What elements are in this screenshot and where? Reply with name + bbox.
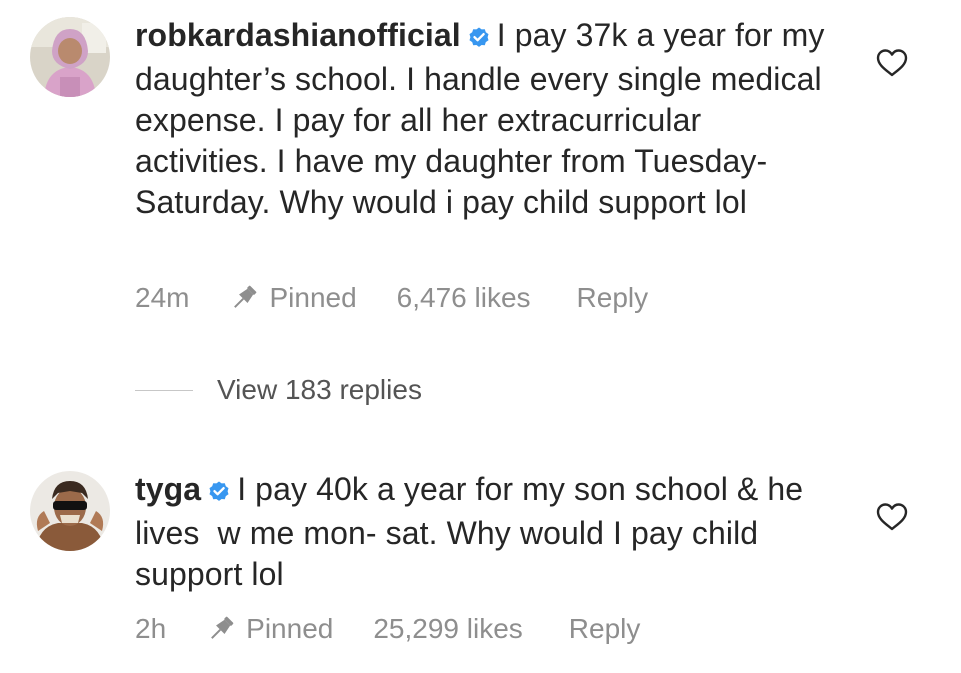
likes-count[interactable]: 6,476 likes: [397, 282, 531, 314]
view-replies-button[interactable]: View 183 replies: [135, 374, 422, 406]
verified-badge-icon: [467, 18, 491, 59]
username-link[interactable]: robkardashianofficial: [135, 17, 461, 53]
avatar-robkardashianofficial[interactable]: [30, 17, 110, 97]
pinned-label: Pinned: [246, 613, 334, 644]
reply-button[interactable]: Reply: [569, 613, 641, 645]
like-heart-icon[interactable]: [875, 502, 909, 532]
comment-text-block: tyga I pay 40k a year for my son school &…: [135, 469, 825, 595]
reply-button[interactable]: Reply: [577, 282, 649, 314]
comment-meta-row: 24m Pinned 6,476 likes Reply: [135, 282, 648, 314]
avatar-tyga[interactable]: [30, 471, 110, 551]
comment-timestamp: 24m: [135, 282, 190, 313]
pin-icon: [204, 614, 238, 644]
username-link[interactable]: tyga: [135, 471, 201, 507]
like-heart-icon[interactable]: [875, 48, 909, 78]
pin-icon: [227, 283, 261, 313]
comment-text: I pay 40k a year for my son school & he …: [135, 471, 813, 592]
comment-text-block: robkardashianofficial I pay 37k a year fo…: [135, 15, 825, 223]
view-replies-label[interactable]: View 183 replies: [217, 374, 422, 406]
verified-badge-icon: [207, 472, 231, 513]
pinned-label: Pinned: [269, 282, 357, 313]
comment-meta-row: 2h Pinned 25,299 likes Reply: [135, 613, 640, 645]
replies-divider-line: [135, 389, 193, 391]
comment-timestamp: 2h: [135, 613, 167, 644]
likes-count[interactable]: 25,299 likes: [373, 613, 522, 645]
